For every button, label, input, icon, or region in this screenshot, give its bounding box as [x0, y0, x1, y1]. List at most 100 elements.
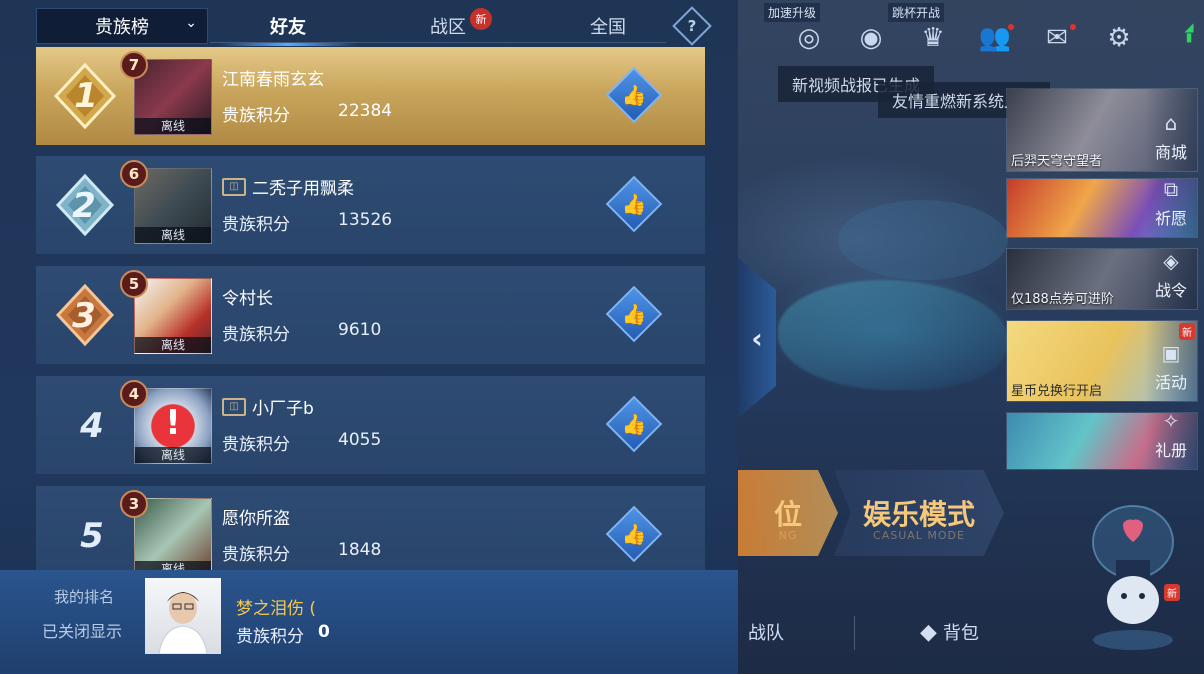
shop-icon: ⌂	[1164, 111, 1178, 135]
like-button[interactable]: 👍	[605, 175, 663, 233]
my-rank-title: 我的排名	[54, 588, 115, 606]
nav-divider	[854, 616, 855, 650]
player-name: ◫ 二秃子用飘柔	[222, 174, 354, 199]
rank-number: 4	[80, 406, 104, 446]
promo-shop[interactable]: 后羿天穹守望者 ⌂ 商城	[1006, 88, 1198, 172]
mascot-character[interactable]: 新	[1078, 500, 1188, 660]
leaderboard-row[interactable]: 4 ! 离线 4 ◫ 小厂子b 贵族积分 4055 👍	[36, 376, 705, 474]
level-badge: 7	[120, 51, 148, 79]
tab-label: 战区	[430, 17, 466, 38]
lobby-art-creature-shadow	[838, 200, 1008, 280]
promo-label: 礼册	[1154, 441, 1187, 460]
leaderboard-row[interactable]: 2 离线 6 ◫ 二秃子用飘柔 贵族积分 13526 👍	[36, 156, 705, 254]
score-label: 贵族积分	[222, 106, 290, 126]
promo-label: 战令	[1154, 281, 1187, 300]
my-nickname: 梦之泪伤 (	[236, 599, 317, 619]
thumbs-up-icon: 👍	[621, 412, 647, 436]
offline-status: 离线	[135, 118, 211, 134]
score-label: 贵族积分	[222, 435, 290, 455]
mode-label: 位	[773, 498, 802, 531]
notification-dot	[1008, 24, 1014, 30]
leaderboard-row[interactable]: 1 离线 7 江南春雨玄玄 贵族积分 22384 👍	[36, 47, 705, 145]
score-value: 13526	[338, 210, 393, 230]
gift-icon: ✧	[1162, 412, 1180, 433]
trophy-icon[interactable]: ♛	[902, 18, 964, 58]
like-button[interactable]: 👍	[605, 285, 663, 343]
settings-gear-icon[interactable]: ⚙	[1088, 18, 1150, 58]
wifi-signal-icon: ◢ ▮	[1184, 20, 1194, 44]
noble-leaderboard-panel: 贵族榜 ⌄ 好友 战区 新 全国 ? 1 离线 7 江南春雨玄玄 贵族积分 22…	[0, 0, 738, 674]
my-score-value: 0	[318, 622, 330, 642]
offline-status: 离线	[135, 337, 211, 353]
promo-gift-book[interactable]: ✧ 礼册	[1006, 412, 1198, 470]
rank-number: 1	[74, 76, 98, 116]
dropdown-label: 贵族榜	[95, 17, 149, 38]
backpack-icon: ◆	[920, 619, 937, 645]
promo-caption: 仅188点券可进阶	[1011, 292, 1114, 307]
my-rank-status: 已关闭显示	[42, 622, 123, 641]
player-name-text: 小厂子b	[252, 399, 314, 419]
thumbs-up-icon: 👍	[621, 83, 647, 107]
my-rank-bar: 我的排名 已关闭显示 梦之泪伤 ( 贵族积分 0	[0, 570, 738, 674]
question-mark-icon: ?	[687, 17, 697, 35]
thumbs-up-icon: 👍	[621, 302, 647, 326]
my-avatar[interactable]	[145, 578, 221, 654]
my-score-label: 贵族积分	[236, 627, 304, 647]
like-button[interactable]: 👍	[605, 505, 663, 563]
thumbs-up-icon: 👍	[621, 522, 647, 546]
score-value: 1848	[338, 540, 382, 560]
mode-sub-label: NG	[778, 529, 798, 542]
new-badge: 新	[1164, 584, 1180, 601]
promo-side: ⧉ 祈愿	[1145, 179, 1197, 237]
score-label: 贵族积分	[222, 215, 290, 235]
promo-battle-pass[interactable]: 仅188点券可进阶 ◈ 战令	[1006, 248, 1198, 310]
team-nav-button[interactable]: 战队	[748, 612, 784, 652]
promo-side: ⌂ 商城	[1145, 89, 1197, 171]
promo-label: 祈愿	[1154, 209, 1187, 228]
backpack-nav-button[interactable]: ◆ 背包	[920, 612, 979, 652]
player-name: ◫ 小厂子b	[222, 394, 314, 419]
promo-side: ◈ 战令	[1145, 249, 1197, 309]
player-name-text: 愿你所盗	[222, 509, 290, 529]
player-name: 愿你所盗	[222, 504, 290, 529]
like-button[interactable]: 👍	[605, 66, 663, 124]
player-name-text: 二秃子用飘柔	[252, 179, 354, 199]
casual-mode-button[interactable]: 娱乐模式 CASUAL MODE	[834, 470, 1004, 556]
leaderboard-row[interactable]: 5 离线 3 愿你所盗 贵族积分 1848 👍	[36, 486, 705, 570]
watch-eye-icon[interactable]: ◉	[840, 18, 902, 58]
promo-label: 活动	[1154, 373, 1187, 392]
tab-region[interactable]: 战区 新	[368, 8, 528, 44]
like-button[interactable]: 👍	[605, 395, 663, 453]
rank-number: 5	[80, 516, 104, 556]
notification-dot	[1070, 24, 1076, 30]
tab-label: 好友	[270, 17, 306, 38]
score-value: 9610	[338, 320, 382, 340]
player-name-text: 江南春雨玄玄	[222, 70, 324, 90]
score-value: 4055	[338, 430, 382, 450]
mail-icon[interactable]: ✉	[1026, 18, 1088, 58]
chevron-down-icon: ⌄	[185, 15, 197, 31]
friends-icon[interactable]: 👥	[964, 18, 1026, 58]
tab-friends[interactable]: 好友	[208, 8, 368, 46]
player-name: 令村长	[222, 284, 273, 309]
promo-event[interactable]: 星币兑换行开启 ▣ 活动 新	[1006, 320, 1198, 402]
player-name: 江南春雨玄玄	[222, 65, 324, 90]
score-label: 贵族积分	[222, 545, 290, 565]
tab-national[interactable]: 全国	[528, 8, 688, 44]
ranked-mode-button[interactable]: 位 NG	[738, 470, 838, 556]
speed-icon[interactable]: ◎	[778, 18, 840, 58]
promo-caption: 后羿天穹守望者	[1011, 154, 1103, 169]
level-badge: 3	[120, 490, 148, 518]
leaderboard-type-dropdown[interactable]: 贵族榜 ⌄	[36, 8, 208, 44]
level-badge: 5	[120, 270, 148, 298]
noble-frame-icon: ◫	[222, 397, 246, 416]
promo-wish[interactable]: ⧉ 祈愿	[1006, 178, 1198, 238]
offline-status: 离线	[135, 227, 211, 243]
pass-icon: ◈	[1163, 249, 1179, 273]
promo-caption: 星币兑换行开启	[1011, 384, 1103, 399]
score-value: 22384	[338, 101, 393, 121]
leaderboard-row[interactable]: 3 离线 5 令村长 贵族积分 9610 👍	[36, 266, 705, 364]
event-icon: ▣	[1161, 341, 1181, 365]
tab-label: 全国	[590, 17, 626, 38]
offline-status: 离线	[135, 561, 211, 570]
